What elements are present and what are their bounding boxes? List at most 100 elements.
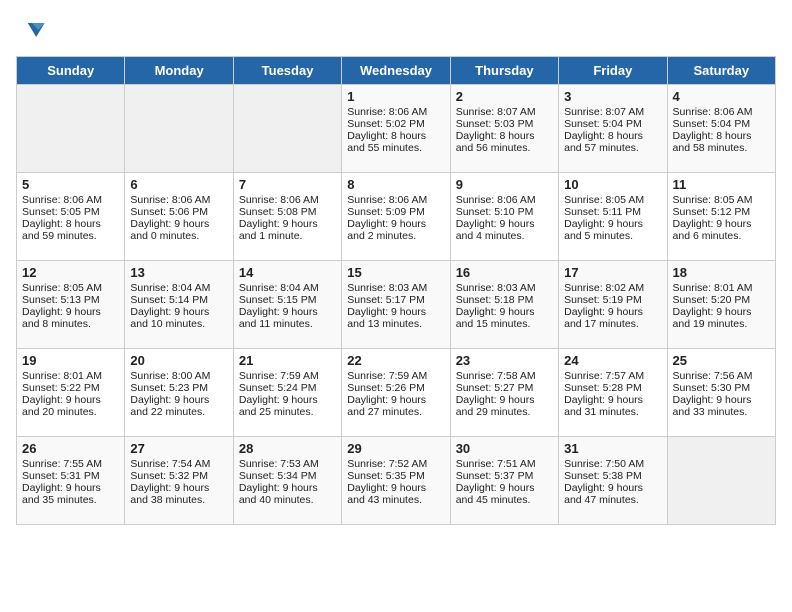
sunrise-label: Sunrise: 8:04 AM <box>130 282 210 294</box>
sunrise-label: Sunrise: 7:59 AM <box>239 370 319 382</box>
sunset-label: Sunset: 5:32 PM <box>130 470 208 482</box>
sunset-label: Sunset: 5:26 PM <box>347 382 425 394</box>
calendar-cell: 1 Sunrise: 8:06 AM Sunset: 5:02 PM Dayli… <box>342 85 450 173</box>
calendar-cell: 16 Sunrise: 8:03 AM Sunset: 5:18 PM Dayl… <box>450 261 558 349</box>
daylight-label: Daylight: 9 hours and 2 minutes. <box>347 218 426 242</box>
calendar-cell: 15 Sunrise: 8:03 AM Sunset: 5:17 PM Dayl… <box>342 261 450 349</box>
daylight-label: Daylight: 9 hours and 10 minutes. <box>130 306 209 330</box>
daylight-label: Daylight: 9 hours and 27 minutes. <box>347 394 426 418</box>
sunset-label: Sunset: 5:02 PM <box>347 118 425 130</box>
sunrise-label: Sunrise: 7:57 AM <box>564 370 644 382</box>
day-number: 31 <box>564 441 661 456</box>
calendar-cell: 19 Sunrise: 8:01 AM Sunset: 5:22 PM Dayl… <box>17 349 125 437</box>
calendar-cell: 24 Sunrise: 7:57 AM Sunset: 5:28 PM Dayl… <box>559 349 667 437</box>
daylight-label: Daylight: 9 hours and 38 minutes. <box>130 482 209 506</box>
day-number: 9 <box>456 177 553 192</box>
daylight-label: Daylight: 9 hours and 0 minutes. <box>130 218 209 242</box>
calendar-week-row: 1 Sunrise: 8:06 AM Sunset: 5:02 PM Dayli… <box>17 85 776 173</box>
day-number: 3 <box>564 89 661 104</box>
sunset-label: Sunset: 5:04 PM <box>673 118 751 130</box>
sunrise-label: Sunrise: 8:06 AM <box>347 106 427 118</box>
sunrise-label: Sunrise: 7:53 AM <box>239 458 319 470</box>
dow-header: Saturday <box>667 57 775 85</box>
calendar-cell: 31 Sunrise: 7:50 AM Sunset: 5:38 PM Dayl… <box>559 437 667 525</box>
daylight-label: Daylight: 9 hours and 47 minutes. <box>564 482 643 506</box>
dow-header: Thursday <box>450 57 558 85</box>
calendar-cell: 30 Sunrise: 7:51 AM Sunset: 5:37 PM Dayl… <box>450 437 558 525</box>
calendar-cell: 9 Sunrise: 8:06 AM Sunset: 5:10 PM Dayli… <box>450 173 558 261</box>
sunrise-label: Sunrise: 8:05 AM <box>673 194 753 206</box>
day-number: 17 <box>564 265 661 280</box>
daylight-label: Daylight: 8 hours and 58 minutes. <box>673 130 752 154</box>
day-number: 15 <box>347 265 444 280</box>
calendar-cell: 20 Sunrise: 8:00 AM Sunset: 5:23 PM Dayl… <box>125 349 233 437</box>
day-number: 19 <box>22 353 119 368</box>
calendar-week-row: 26 Sunrise: 7:55 AM Sunset: 5:31 PM Dayl… <box>17 437 776 525</box>
day-number: 18 <box>673 265 770 280</box>
daylight-label: Daylight: 8 hours and 55 minutes. <box>347 130 426 154</box>
sunset-label: Sunset: 5:10 PM <box>456 206 534 218</box>
sunset-label: Sunset: 5:04 PM <box>564 118 642 130</box>
sunset-label: Sunset: 5:22 PM <box>22 382 100 394</box>
sunrise-label: Sunrise: 7:56 AM <box>673 370 753 382</box>
daylight-label: Daylight: 9 hours and 33 minutes. <box>673 394 752 418</box>
daylight-label: Daylight: 9 hours and 35 minutes. <box>22 482 101 506</box>
calendar-week-row: 12 Sunrise: 8:05 AM Sunset: 5:13 PM Dayl… <box>17 261 776 349</box>
daylight-label: Daylight: 9 hours and 6 minutes. <box>673 218 752 242</box>
day-number: 29 <box>347 441 444 456</box>
day-number: 24 <box>564 353 661 368</box>
daylight-label: Daylight: 9 hours and 25 minutes. <box>239 394 318 418</box>
calendar-cell: 14 Sunrise: 8:04 AM Sunset: 5:15 PM Dayl… <box>233 261 341 349</box>
sunset-label: Sunset: 5:31 PM <box>22 470 100 482</box>
calendar-cell: 22 Sunrise: 7:59 AM Sunset: 5:26 PM Dayl… <box>342 349 450 437</box>
calendar-cell: 11 Sunrise: 8:05 AM Sunset: 5:12 PM Dayl… <box>667 173 775 261</box>
sunrise-label: Sunrise: 8:05 AM <box>564 194 644 206</box>
calendar-cell: 4 Sunrise: 8:06 AM Sunset: 5:04 PM Dayli… <box>667 85 775 173</box>
sunrise-label: Sunrise: 8:07 AM <box>564 106 644 118</box>
daylight-label: Daylight: 9 hours and 4 minutes. <box>456 218 535 242</box>
dow-header: Tuesday <box>233 57 341 85</box>
sunrise-label: Sunrise: 8:03 AM <box>456 282 536 294</box>
days-of-week-row: SundayMondayTuesdayWednesdayThursdayFrid… <box>17 57 776 85</box>
sunset-label: Sunset: 5:23 PM <box>130 382 208 394</box>
daylight-label: Daylight: 9 hours and 8 minutes. <box>22 306 101 330</box>
day-number: 4 <box>673 89 770 104</box>
calendar-cell <box>667 437 775 525</box>
sunrise-label: Sunrise: 8:06 AM <box>456 194 536 206</box>
sunrise-label: Sunrise: 7:59 AM <box>347 370 427 382</box>
day-number: 13 <box>130 265 227 280</box>
calendar-cell <box>125 85 233 173</box>
day-number: 20 <box>130 353 227 368</box>
calendar-cell: 27 Sunrise: 7:54 AM Sunset: 5:32 PM Dayl… <box>125 437 233 525</box>
daylight-label: Daylight: 9 hours and 20 minutes. <box>22 394 101 418</box>
day-number: 16 <box>456 265 553 280</box>
day-number: 5 <box>22 177 119 192</box>
logo-icon <box>18 16 46 44</box>
daylight-label: Daylight: 9 hours and 22 minutes. <box>130 394 209 418</box>
daylight-label: Daylight: 9 hours and 19 minutes. <box>673 306 752 330</box>
sunset-label: Sunset: 5:03 PM <box>456 118 534 130</box>
dow-header: Friday <box>559 57 667 85</box>
calendar-cell: 7 Sunrise: 8:06 AM Sunset: 5:08 PM Dayli… <box>233 173 341 261</box>
day-number: 30 <box>456 441 553 456</box>
sunrise-label: Sunrise: 8:03 AM <box>347 282 427 294</box>
day-number: 28 <box>239 441 336 456</box>
sunrise-label: Sunrise: 8:01 AM <box>22 370 102 382</box>
daylight-label: Daylight: 9 hours and 15 minutes. <box>456 306 535 330</box>
daylight-label: Daylight: 9 hours and 13 minutes. <box>347 306 426 330</box>
calendar-cell: 29 Sunrise: 7:52 AM Sunset: 5:35 PM Dayl… <box>342 437 450 525</box>
calendar-cell: 18 Sunrise: 8:01 AM Sunset: 5:20 PM Dayl… <box>667 261 775 349</box>
calendar-cell: 17 Sunrise: 8:02 AM Sunset: 5:19 PM Dayl… <box>559 261 667 349</box>
calendar-week-row: 5 Sunrise: 8:06 AM Sunset: 5:05 PM Dayli… <box>17 173 776 261</box>
calendar-cell: 5 Sunrise: 8:06 AM Sunset: 5:05 PM Dayli… <box>17 173 125 261</box>
daylight-label: Daylight: 8 hours and 57 minutes. <box>564 130 643 154</box>
sunset-label: Sunset: 5:11 PM <box>564 206 641 218</box>
sunrise-label: Sunrise: 8:00 AM <box>130 370 210 382</box>
daylight-label: Daylight: 9 hours and 45 minutes. <box>456 482 535 506</box>
sunrise-label: Sunrise: 8:01 AM <box>673 282 753 294</box>
sunset-label: Sunset: 5:38 PM <box>564 470 642 482</box>
calendar-cell: 8 Sunrise: 8:06 AM Sunset: 5:09 PM Dayli… <box>342 173 450 261</box>
daylight-label: Daylight: 9 hours and 5 minutes. <box>564 218 643 242</box>
sunset-label: Sunset: 5:05 PM <box>22 206 100 218</box>
calendar-cell: 13 Sunrise: 8:04 AM Sunset: 5:14 PM Dayl… <box>125 261 233 349</box>
